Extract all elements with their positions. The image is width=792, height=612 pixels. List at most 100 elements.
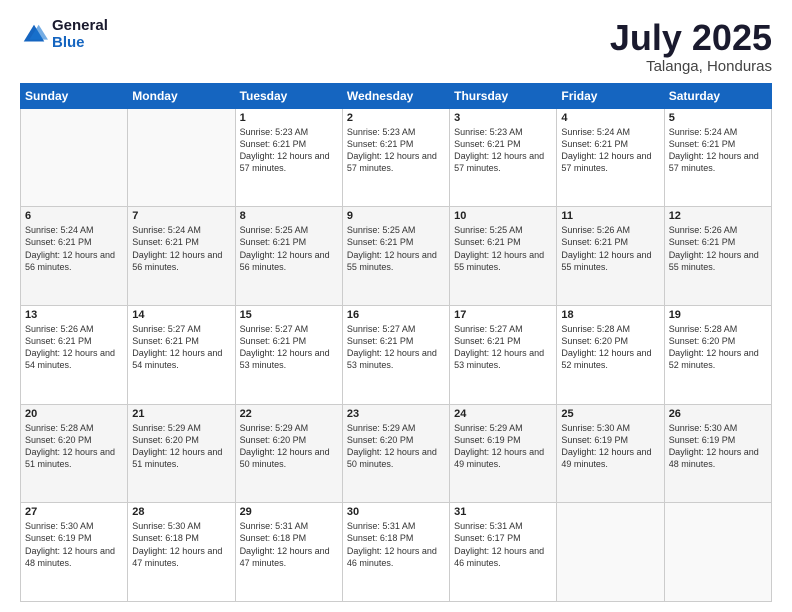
table-row: 12Sunrise: 5:26 AMSunset: 6:21 PMDayligh… (664, 207, 771, 306)
table-row: 11Sunrise: 5:26 AMSunset: 6:21 PMDayligh… (557, 207, 664, 306)
table-row: 16 Sunrise: 5:27 AMSunset: 6:21 PMDayligh… (342, 305, 449, 404)
table-row: 13 Sunrise: 5:26 AMSunset: 6:21 PMDayligh… (21, 305, 128, 404)
day-number: 17 (454, 309, 552, 321)
day-info: Sunrise: 5:24 AMSunset: 6:21 PMDaylight:… (561, 126, 659, 175)
table-row: 2 Sunrise: 5:23 AMSunset: 6:21 PMDaylight… (342, 108, 449, 207)
day-info: Sunrise: 5:23 AMSunset: 6:21 PMDaylight:… (454, 126, 552, 175)
day-info: Sunrise: 5:27 AMSunset: 6:21 PMDaylight:… (240, 323, 338, 372)
calendar-week-row: 27 Sunrise: 5:30 AMSunset: 6:19 PMDayligh… (21, 503, 772, 602)
table-row: 7Sunrise: 5:24 AMSunset: 6:21 PMDaylight… (128, 207, 235, 306)
calendar-week-row: 6Sunrise: 5:24 AMSunset: 6:21 PMDaylight… (21, 207, 772, 306)
day-info: Sunrise: 5:30 AMSunset: 6:19 PMDaylight:… (25, 520, 123, 569)
day-info: Sunrise: 5:28 AMSunset: 6:20 PMDaylight:… (561, 323, 659, 372)
day-info: Sunrise: 5:23 AMSunset: 6:21 PMDaylight:… (347, 126, 445, 175)
table-row: 1 Sunrise: 5:23 AMSunset: 6:21 PMDaylight… (235, 108, 342, 207)
logo-blue-text: Blue (52, 35, 108, 52)
day-number: 29 (240, 506, 338, 518)
title-area: July 2025 Talanga, Honduras (610, 18, 772, 75)
day-info: Sunrise: 5:31 AMSunset: 6:18 PMDaylight:… (347, 520, 445, 569)
table-row: 8 Sunrise: 5:25 AMSunset: 6:21 PMDaylight… (235, 207, 342, 306)
calendar-header-row: Sunday Monday Tuesday Wednesday Thursday… (21, 83, 772, 108)
day-number: 15 (240, 309, 338, 321)
day-number: 3 (454, 112, 552, 124)
table-row: 15 Sunrise: 5:27 AMSunset: 6:21 PMDayligh… (235, 305, 342, 404)
logo-icon (20, 21, 48, 49)
day-number: 27 (25, 506, 123, 518)
day-info: Sunrise: 5:24 AMSunset: 6:21 PMDaylight:… (132, 224, 230, 273)
table-row: 28 Sunrise: 5:30 AMSunset: 6:18 PMDayligh… (128, 503, 235, 602)
day-info: Sunrise: 5:29 AMSunset: 6:19 PMDaylight:… (454, 422, 552, 471)
header-saturday: Saturday (664, 83, 771, 108)
day-info: Sunrise: 5:27 AMSunset: 6:21 PMDaylight:… (347, 323, 445, 372)
day-info: Sunrise: 5:31 AMSunset: 6:17 PMDaylight:… (454, 520, 552, 569)
table-row: 20Sunrise: 5:28 AMSunset: 6:20 PMDayligh… (21, 404, 128, 503)
day-number: 2 (347, 112, 445, 124)
day-number: 30 (347, 506, 445, 518)
day-number: 21 (132, 408, 230, 420)
calendar-week-row: 1 Sunrise: 5:23 AMSunset: 6:21 PMDaylight… (21, 108, 772, 207)
table-row: 19 Sunrise: 5:28 AMSunset: 6:20 PMDayligh… (664, 305, 771, 404)
day-info: Sunrise: 5:25 AMSunset: 6:21 PMDaylight:… (240, 224, 338, 273)
day-info: Sunrise: 5:30 AMSunset: 6:19 PMDaylight:… (669, 422, 767, 471)
header-tuesday: Tuesday (235, 83, 342, 108)
table-row: 24 Sunrise: 5:29 AMSunset: 6:19 PMDayligh… (450, 404, 557, 503)
day-number: 14 (132, 309, 230, 321)
table-row: 6Sunrise: 5:24 AMSunset: 6:21 PMDaylight… (21, 207, 128, 306)
day-info: Sunrise: 5:26 AMSunset: 6:21 PMDaylight:… (561, 224, 659, 273)
day-number: 24 (454, 408, 552, 420)
table-row: 31 Sunrise: 5:31 AMSunset: 6:17 PMDayligh… (450, 503, 557, 602)
header: General Blue July 2025 Talanga, Honduras (20, 18, 772, 75)
table-row: 4Sunrise: 5:24 AMSunset: 6:21 PMDaylight… (557, 108, 664, 207)
table-row: 14Sunrise: 5:27 AMSunset: 6:21 PMDayligh… (128, 305, 235, 404)
day-number: 22 (240, 408, 338, 420)
day-info: Sunrise: 5:29 AMSunset: 6:20 PMDaylight:… (132, 422, 230, 471)
table-row (128, 108, 235, 207)
day-info: Sunrise: 5:30 AMSunset: 6:19 PMDaylight:… (561, 422, 659, 471)
day-number: 25 (561, 408, 659, 420)
table-row: 25 Sunrise: 5:30 AMSunset: 6:19 PMDayligh… (557, 404, 664, 503)
day-info: Sunrise: 5:28 AMSunset: 6:20 PMDaylight:… (669, 323, 767, 372)
header-monday: Monday (128, 83, 235, 108)
day-number: 23 (347, 408, 445, 420)
day-number: 28 (132, 506, 230, 518)
table-row: 5 Sunrise: 5:24 AMSunset: 6:21 PMDaylight… (664, 108, 771, 207)
header-wednesday: Wednesday (342, 83, 449, 108)
day-number: 13 (25, 309, 123, 321)
table-row: 22 Sunrise: 5:29 AMSunset: 6:20 PMDayligh… (235, 404, 342, 503)
table-row: 23 Sunrise: 5:29 AMSunset: 6:20 PMDayligh… (342, 404, 449, 503)
day-info: Sunrise: 5:26 AMSunset: 6:21 PMDaylight:… (25, 323, 123, 372)
day-number: 31 (454, 506, 552, 518)
table-row: 17 Sunrise: 5:27 AMSunset: 6:21 PMDayligh… (450, 305, 557, 404)
day-number: 9 (347, 210, 445, 222)
day-info: Sunrise: 5:26 AMSunset: 6:21 PMDaylight:… (669, 224, 767, 273)
day-info: Sunrise: 5:31 AMSunset: 6:18 PMDaylight:… (240, 520, 338, 569)
location: Talanga, Honduras (610, 58, 772, 75)
day-number: 8 (240, 210, 338, 222)
day-info: Sunrise: 5:29 AMSunset: 6:20 PMDaylight:… (347, 422, 445, 471)
day-info: Sunrise: 5:25 AMSunset: 6:21 PMDaylight:… (347, 224, 445, 273)
day-number: 1 (240, 112, 338, 124)
logo: General Blue (20, 18, 108, 51)
table-row: 30 Sunrise: 5:31 AMSunset: 6:18 PMDayligh… (342, 503, 449, 602)
table-row: 18Sunrise: 5:28 AMSunset: 6:20 PMDayligh… (557, 305, 664, 404)
table-row: 26 Sunrise: 5:30 AMSunset: 6:19 PMDayligh… (664, 404, 771, 503)
table-row (664, 503, 771, 602)
day-info: Sunrise: 5:29 AMSunset: 6:20 PMDaylight:… (240, 422, 338, 471)
day-info: Sunrise: 5:27 AMSunset: 6:21 PMDaylight:… (454, 323, 552, 372)
day-info: Sunrise: 5:25 AMSunset: 6:21 PMDaylight:… (454, 224, 552, 273)
day-number: 26 (669, 408, 767, 420)
day-number: 19 (669, 309, 767, 321)
table-row (21, 108, 128, 207)
table-row: 10 Sunrise: 5:25 AMSunset: 6:21 PMDayligh… (450, 207, 557, 306)
day-number: 20 (25, 408, 123, 420)
table-row: 29 Sunrise: 5:31 AMSunset: 6:18 PMDayligh… (235, 503, 342, 602)
calendar-week-row: 20Sunrise: 5:28 AMSunset: 6:20 PMDayligh… (21, 404, 772, 503)
day-number: 5 (669, 112, 767, 124)
table-row: 27 Sunrise: 5:30 AMSunset: 6:19 PMDayligh… (21, 503, 128, 602)
day-number: 16 (347, 309, 445, 321)
day-info: Sunrise: 5:23 AMSunset: 6:21 PMDaylight:… (240, 126, 338, 175)
day-info: Sunrise: 5:30 AMSunset: 6:18 PMDaylight:… (132, 520, 230, 569)
day-number: 10 (454, 210, 552, 222)
day-info: Sunrise: 5:24 AMSunset: 6:21 PMDaylight:… (669, 126, 767, 175)
header-friday: Friday (557, 83, 664, 108)
